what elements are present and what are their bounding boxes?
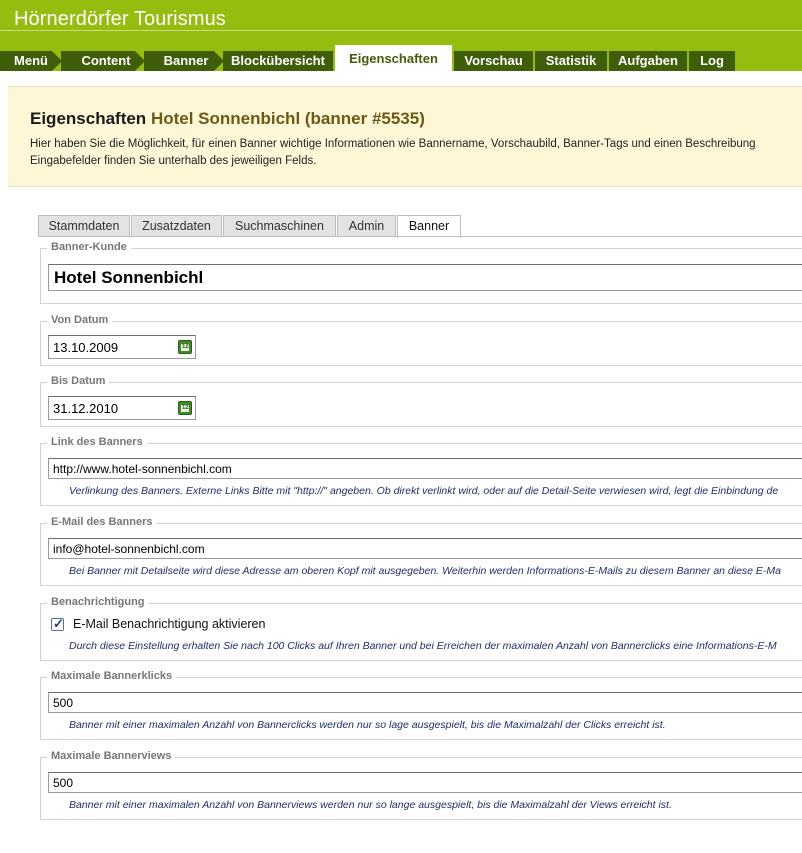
calendar-icon[interactable] bbox=[178, 401, 192, 415]
email-notification-label[interactable]: E-Mail Benachrichtigung aktivieren bbox=[73, 617, 265, 631]
email-hint: Bei Banner mit Detailseite wird diese Ad… bbox=[69, 565, 782, 577]
nav-item-menu[interactable]: Menü bbox=[0, 51, 62, 71]
nav-item-banner[interactable]: Banner bbox=[144, 51, 224, 71]
max-views-hint: Banner mit einer maximalen Anzahl von Ba… bbox=[69, 799, 672, 811]
page-title-object: Hotel Sonnenbichl (banner #5535) bbox=[150, 109, 425, 128]
banner-kunde-input[interactable] bbox=[48, 264, 802, 291]
legend-banner-kunde: Banner-Kunde bbox=[47, 241, 131, 253]
tab-banner[interactable]: Banner bbox=[397, 215, 461, 238]
page-description-line-1: Hier haben Sie die Möglichkeit, für eine… bbox=[30, 138, 756, 150]
legend-max-views: Maximale Bannerviews bbox=[47, 750, 176, 762]
fieldset-link: Link des Banners Verlinkung des Banners.… bbox=[40, 436, 802, 506]
legend-link: Link des Banners bbox=[47, 436, 147, 448]
fieldset-bis-datum: Bis Datum bbox=[40, 375, 802, 427]
tab-suchmaschinen[interactable]: Suchmaschinen bbox=[223, 215, 336, 237]
fieldset-email: E-Mail des Banners Bei Banner mit Detail… bbox=[40, 516, 802, 586]
max-clicks-input[interactable] bbox=[48, 692, 802, 713]
von-datum-input[interactable] bbox=[48, 335, 196, 359]
header-bar: Hörnerdörfer Tourismus bbox=[0, 0, 802, 37]
legend-bis-datum: Bis Datum bbox=[47, 375, 110, 387]
legend-max-clicks: Maximale Bannerklicks bbox=[47, 670, 177, 682]
fieldset-banner-kunde: Banner-Kunde bbox=[40, 241, 802, 304]
nav-item-statistik[interactable]: Statistik bbox=[535, 51, 607, 71]
page-title: Eigenschaften Hotel Sonnenbichl (banner … bbox=[30, 109, 425, 129]
tab-stammdaten[interactable]: Stammdaten bbox=[38, 215, 130, 237]
fieldset-benachrichtigung: Benachrichtigung E-Mail Benachrichtigung… bbox=[40, 596, 802, 661]
main-navigation: Menü Content Banner Blockübersicht Eigen… bbox=[0, 37, 802, 71]
fieldset-von-datum: Von Datum bbox=[40, 314, 802, 366]
header-divider bbox=[0, 30, 802, 31]
nav-item-aufgaben[interactable]: Aufgaben bbox=[609, 51, 687, 71]
legend-von-datum: Von Datum bbox=[47, 314, 113, 326]
bis-datum-group bbox=[41, 396, 201, 420]
nav-item-log[interactable]: Log bbox=[689, 51, 735, 71]
benachrichtigung-hint: Durch diese Einstellung erhalten Sie nac… bbox=[69, 640, 777, 652]
email-input[interactable] bbox=[48, 538, 802, 559]
max-views-input[interactable] bbox=[48, 772, 802, 793]
link-hint: Verlinkung des Banners. Externe Links Bi… bbox=[69, 485, 779, 497]
nav-item-vorschau[interactable]: Vorschau bbox=[454, 51, 533, 71]
tabs-divider bbox=[38, 236, 802, 237]
calendar-icon[interactable] bbox=[178, 340, 192, 354]
email-notification-checkbox[interactable] bbox=[51, 616, 64, 632]
legend-email: E-Mail des Banners bbox=[47, 516, 157, 528]
tab-zusatzdaten[interactable]: Zusatzdaten bbox=[131, 215, 222, 237]
legend-benachrichtigung: Benachrichtigung bbox=[47, 596, 149, 608]
fieldset-max-clicks: Maximale Bannerklicks Banner mit einer m… bbox=[40, 670, 802, 740]
nav-item-content[interactable]: Content bbox=[61, 51, 145, 71]
nav-item-eigenschaften[interactable]: Eigenschaften bbox=[335, 45, 452, 71]
max-clicks-hint: Banner mit einer maximalen Anzahl von Ba… bbox=[69, 719, 666, 731]
tab-admin[interactable]: Admin bbox=[337, 215, 396, 237]
link-input[interactable] bbox=[48, 458, 802, 479]
von-datum-group bbox=[41, 335, 201, 359]
app-title: Hörnerdörfer Tourismus bbox=[14, 8, 226, 30]
page-title-prefix: Eigenschaften bbox=[30, 109, 147, 128]
info-box: Eigenschaften Hotel Sonnenbichl (banner … bbox=[8, 86, 802, 187]
nav-item-blockuebersicht[interactable]: Blockübersicht bbox=[223, 51, 333, 71]
bis-datum-input[interactable] bbox=[48, 396, 196, 420]
page-description: Hier haben Sie die Möglichkeit, für eine… bbox=[30, 136, 802, 170]
page-description-line-2: Eingabefelder finden Sie unterhalb des j… bbox=[30, 155, 317, 167]
fieldset-max-views: Maximale Bannerviews Banner mit einer ma… bbox=[40, 750, 802, 820]
